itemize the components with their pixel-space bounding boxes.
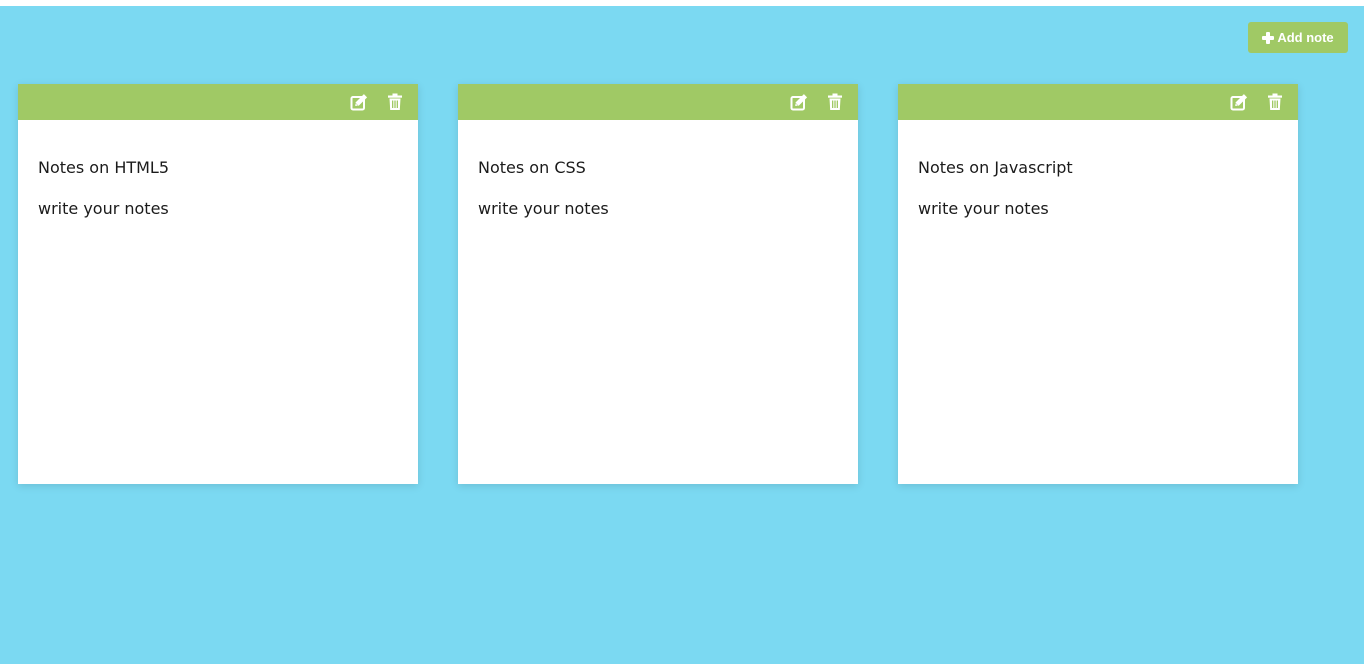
edit-icon[interactable]: [788, 91, 810, 113]
note-card: Notes on Javascript write your notes: [898, 84, 1298, 484]
trash-icon[interactable]: [1264, 91, 1286, 113]
note-toolbar: [898, 84, 1298, 120]
note-toolbar: [18, 84, 418, 120]
trash-icon[interactable]: [384, 91, 406, 113]
note-body[interactable]: Notes on Javascript write your notes: [898, 120, 1298, 220]
notes-app: Add note Notes on HTML5 write your notes…: [0, 6, 1364, 664]
note-body[interactable]: Notes on HTML5 write your notes: [18, 120, 418, 220]
edit-icon[interactable]: [1228, 91, 1250, 113]
note-body[interactable]: Notes on CSS write your notes: [458, 120, 858, 220]
note-toolbar: [458, 84, 858, 120]
note-title: Notes on Javascript: [918, 158, 1073, 177]
add-note-label: Add note: [1277, 30, 1334, 45]
note-title: Notes on HTML5: [38, 158, 170, 177]
note-card: Notes on HTML5 write your notes: [18, 84, 418, 484]
plus-icon: [1262, 31, 1275, 44]
edit-icon[interactable]: [348, 91, 370, 113]
trash-icon[interactable]: [824, 91, 846, 113]
note-title: Notes on CSS: [478, 158, 586, 177]
add-note-button[interactable]: Add note: [1248, 22, 1348, 53]
note-card: Notes on CSS write your notes: [458, 84, 858, 484]
note-text: write your notes: [38, 199, 169, 218]
note-text: write your notes: [918, 199, 1049, 218]
note-text: write your notes: [478, 199, 609, 218]
